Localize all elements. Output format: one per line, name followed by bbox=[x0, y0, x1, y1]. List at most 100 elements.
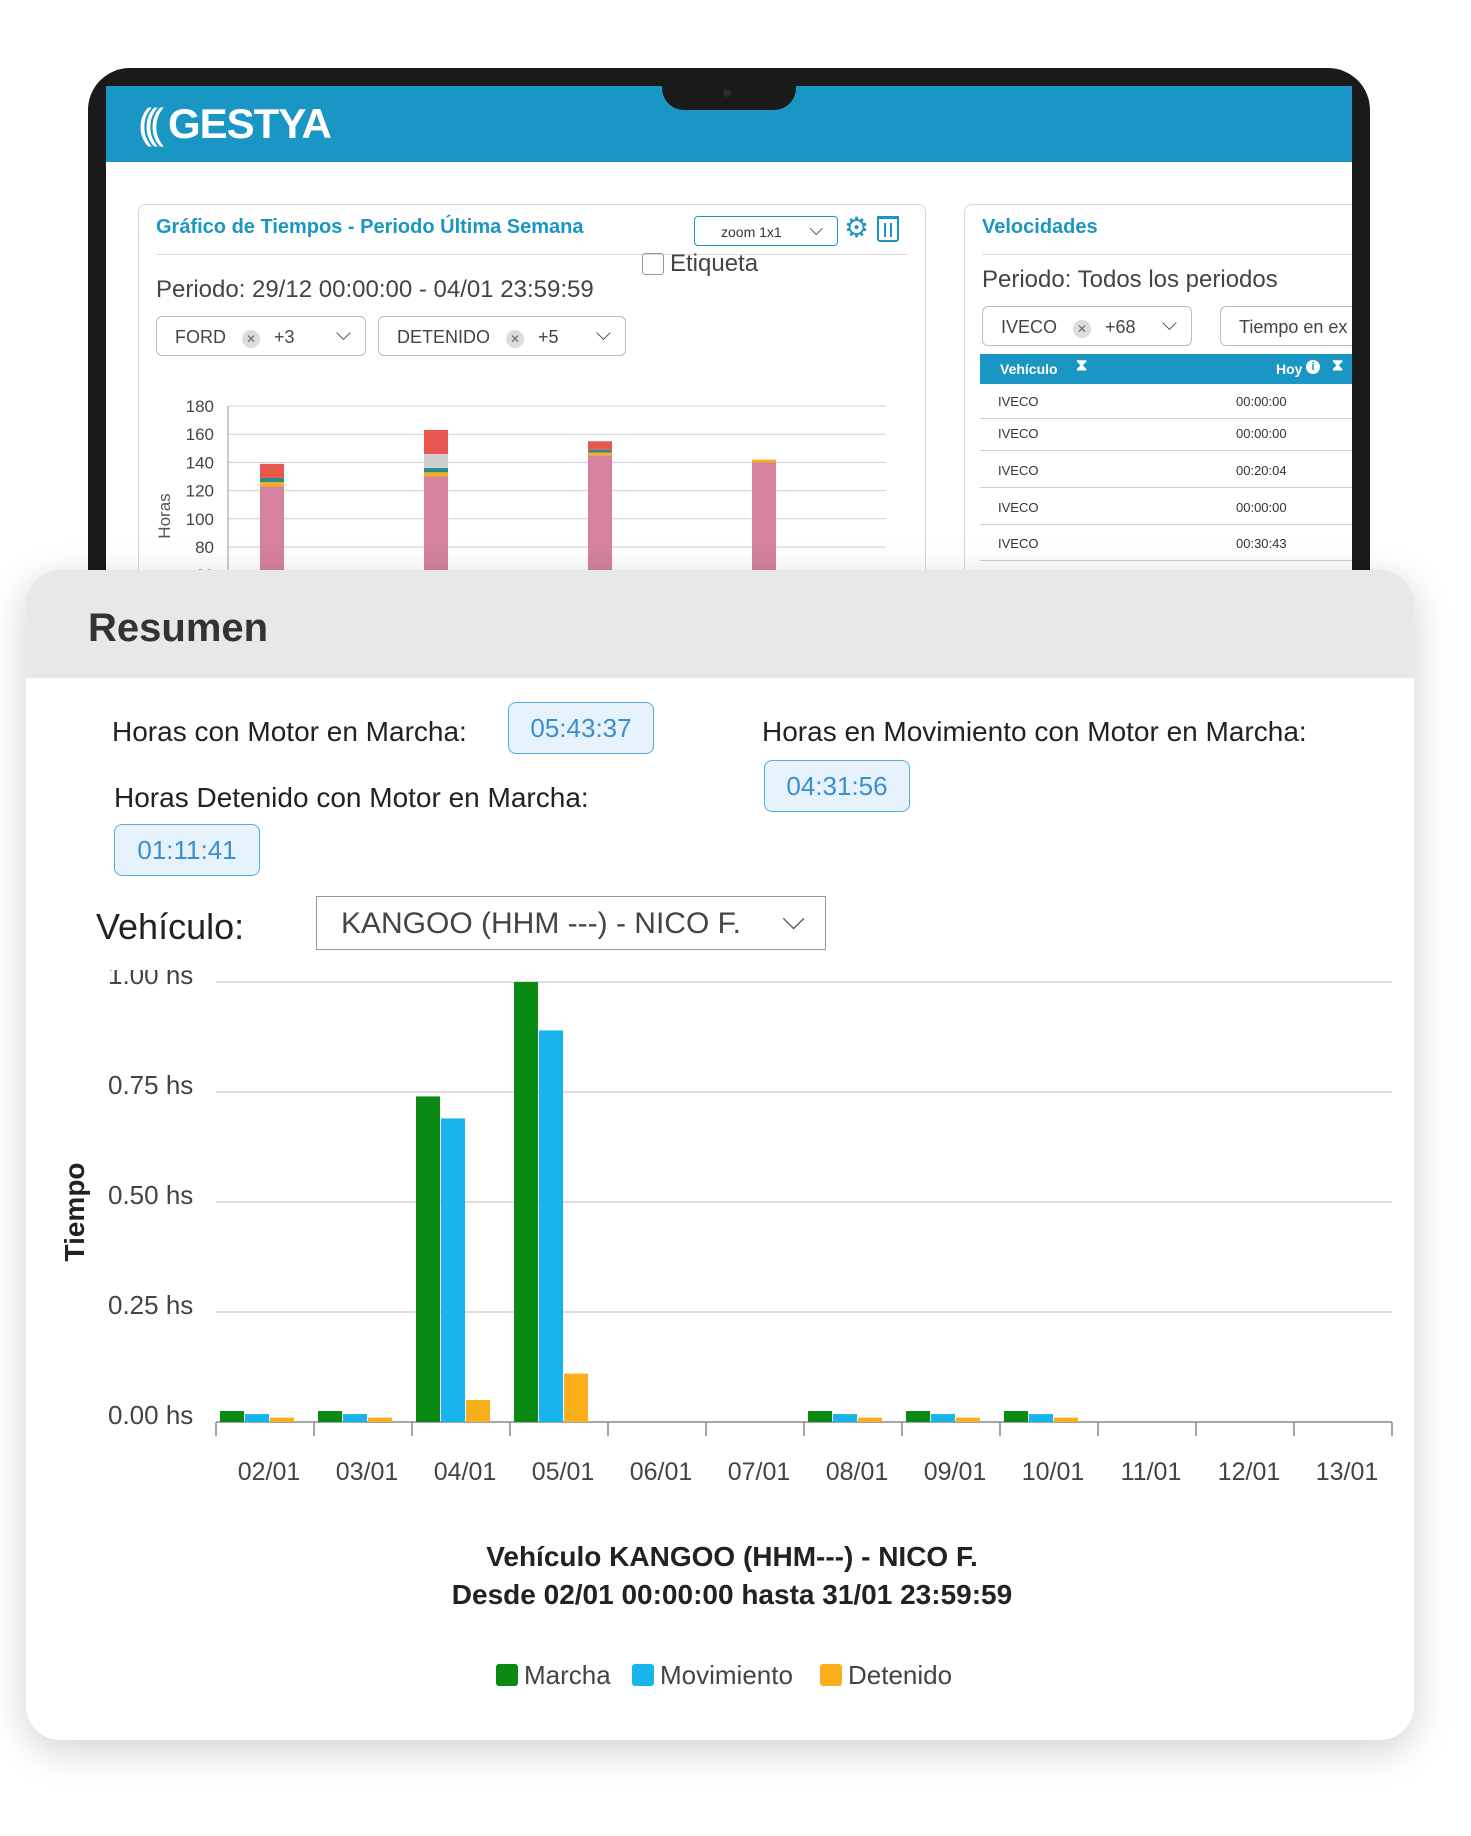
bar-movimiento bbox=[833, 1414, 857, 1422]
divider bbox=[156, 254, 908, 255]
gear-icon[interactable]: ⚙ bbox=[844, 214, 869, 242]
bar-segment bbox=[260, 477, 284, 483]
gestya-logo: (((GESTYA bbox=[138, 100, 332, 147]
bar-detenido bbox=[956, 1417, 980, 1422]
speeds-vehicle-chip[interactable]: IVECO ✕ +68 ⌵ bbox=[982, 306, 1192, 346]
y-tick-label: 140 bbox=[186, 453, 214, 472]
legend-label: Marcha bbox=[524, 1660, 611, 1690]
speeds-periodo: Periodo: Todos los periodos bbox=[982, 266, 1278, 293]
bar-detenido bbox=[270, 1417, 294, 1422]
chip-label: FORD bbox=[175, 327, 226, 347]
bar-detenido bbox=[564, 1373, 588, 1422]
table-row[interactable]: IVECO 00:30:43 bbox=[980, 528, 1352, 561]
movimiento-label: Horas en Movimiento con Motor en Marcha: bbox=[762, 716, 1307, 747]
col-hoy[interactable]: Hoy bbox=[1276, 361, 1302, 377]
detenido-label: Horas Detenido con Motor en Marcha: bbox=[114, 782, 589, 813]
bar-marcha bbox=[808, 1411, 832, 1422]
remove-icon[interactable]: ✕ bbox=[242, 330, 260, 348]
x-tick-label: 06/01 bbox=[630, 1458, 693, 1486]
times-periodo: Periodo: 29/12 00:00:00 - 04/01 23:59:59 bbox=[156, 276, 594, 303]
table-row[interactable]: IVECO 00:00:00 bbox=[980, 492, 1352, 525]
bar-detenido bbox=[858, 1417, 882, 1422]
cell-hoy: 00:00:00 bbox=[1236, 500, 1287, 515]
bar-movimiento bbox=[245, 1414, 269, 1422]
bar-movimiento bbox=[441, 1118, 465, 1422]
bar-segment bbox=[588, 449, 612, 453]
zoom-value: zoom 1x1 bbox=[721, 224, 782, 240]
divider bbox=[982, 254, 1352, 255]
chip-label: IVECO bbox=[1001, 317, 1058, 337]
cell-vehiculo: IVECO bbox=[998, 426, 1039, 441]
bar-movimiento bbox=[539, 1030, 563, 1422]
bar-detenido bbox=[368, 1417, 392, 1422]
etiqueta-checkbox[interactable] bbox=[642, 253, 664, 275]
tiempo-chip[interactable]: Tiempo en ex bbox=[1220, 306, 1352, 346]
trash-icon[interactable] bbox=[877, 216, 899, 242]
sort-icon[interactable]: ⧗ bbox=[1332, 357, 1343, 375]
bar-segment bbox=[424, 472, 448, 477]
chevron-down-icon: ⌵ bbox=[809, 219, 823, 239]
table-row[interactable]: IVECO 00:00:00 bbox=[980, 386, 1352, 419]
cell-hoy: 00:30:43 bbox=[1236, 536, 1287, 551]
bar-segment bbox=[424, 453, 448, 469]
vehiculo-select[interactable]: KANGOO (HHM ---) - NICO F. ⌵ bbox=[316, 896, 826, 950]
speeds-panel-title: Velocidades bbox=[982, 216, 1098, 238]
bar-detenido bbox=[466, 1400, 490, 1422]
cell-vehiculo: IVECO bbox=[998, 500, 1039, 515]
vehicle-filter-chip[interactable]: FORD ✕ +3 ⌵ bbox=[156, 316, 366, 356]
sort-icon[interactable]: ⧗ bbox=[1076, 357, 1087, 375]
state-filter-chip[interactable]: DETENIDO ✕ +5 ⌵ bbox=[378, 316, 626, 356]
bar-segment bbox=[260, 482, 284, 487]
y-tick-label: 0.00 hs bbox=[108, 1400, 193, 1430]
motor-value-badge: 05:43:37 bbox=[508, 702, 654, 754]
x-tick-label: 09/01 bbox=[924, 1458, 987, 1486]
y-tick-label: 160 bbox=[186, 425, 214, 444]
chip-label: Tiempo en ex bbox=[1239, 317, 1348, 337]
legend-label: Movimiento bbox=[660, 1660, 793, 1690]
x-tick-label: 07/01 bbox=[728, 1458, 791, 1486]
movimiento-value-badge: 04:31:56 bbox=[764, 760, 910, 812]
vehiculo-label: Vehículo: bbox=[96, 906, 245, 947]
bar-movimiento bbox=[1029, 1414, 1053, 1422]
cell-hoy: 00:00:00 bbox=[1236, 394, 1287, 409]
resumen-header: Resumen bbox=[26, 570, 1414, 678]
bar-segment bbox=[588, 452, 612, 456]
bar-detenido bbox=[1054, 1417, 1078, 1422]
bar-segment bbox=[260, 463, 284, 478]
chevron-down-icon: ⌵ bbox=[595, 323, 611, 345]
bar-marcha bbox=[318, 1411, 342, 1422]
chip-count: +68 bbox=[1105, 317, 1136, 337]
brand-name: GESTYA bbox=[167, 100, 332, 147]
x-tick-label: 11/01 bbox=[1121, 1458, 1182, 1486]
chip-count: +5 bbox=[538, 327, 559, 347]
y-axis-label: Horas bbox=[155, 493, 174, 538]
y-tick-label: 0.50 hs bbox=[108, 1180, 193, 1210]
remove-icon[interactable]: ✕ bbox=[1073, 320, 1092, 338]
resumen-card: Resumen Horas con Motor en Marcha: 05:43… bbox=[26, 570, 1414, 1740]
bar-marcha bbox=[1004, 1411, 1028, 1422]
times-panel-title: Gráfico de Tiempos - Periodo Última Sema… bbox=[156, 216, 584, 238]
etiqueta-label: Etiqueta bbox=[670, 250, 759, 277]
cell-vehiculo: IVECO bbox=[998, 536, 1039, 551]
bar-marcha bbox=[514, 982, 538, 1422]
cell-hoy: 00:20:04 bbox=[1236, 463, 1287, 478]
y-axis-label: Tiempo bbox=[59, 1162, 90, 1261]
y-tick-label: 100 bbox=[186, 510, 214, 529]
table-row[interactable]: IVECO 00:20:04 bbox=[980, 455, 1352, 488]
x-tick-label: 03/01 bbox=[336, 1458, 399, 1486]
x-tick-label: 02/01 bbox=[238, 1458, 301, 1486]
bar-segment bbox=[424, 468, 448, 473]
col-vehiculo[interactable]: Vehículo bbox=[1000, 361, 1058, 377]
bar-movimiento bbox=[343, 1414, 367, 1422]
chevron-down-icon: ⌵ bbox=[782, 903, 805, 936]
x-tick-label: 10/01 bbox=[1022, 1458, 1085, 1486]
vehiculo-selected: KANGOO (HHM ---) - NICO F. bbox=[341, 907, 741, 940]
bar-marcha bbox=[906, 1411, 930, 1422]
bar-marcha bbox=[416, 1096, 440, 1422]
remove-icon[interactable]: ✕ bbox=[506, 330, 525, 348]
bar-segment bbox=[588, 441, 612, 450]
table-row[interactable]: IVECO 00:00:00 bbox=[980, 418, 1352, 451]
chevron-down-icon: ⌵ bbox=[1161, 313, 1177, 335]
zoom-select[interactable]: zoom 1x1 ⌵ bbox=[694, 216, 838, 246]
bar-segment bbox=[752, 459, 776, 463]
